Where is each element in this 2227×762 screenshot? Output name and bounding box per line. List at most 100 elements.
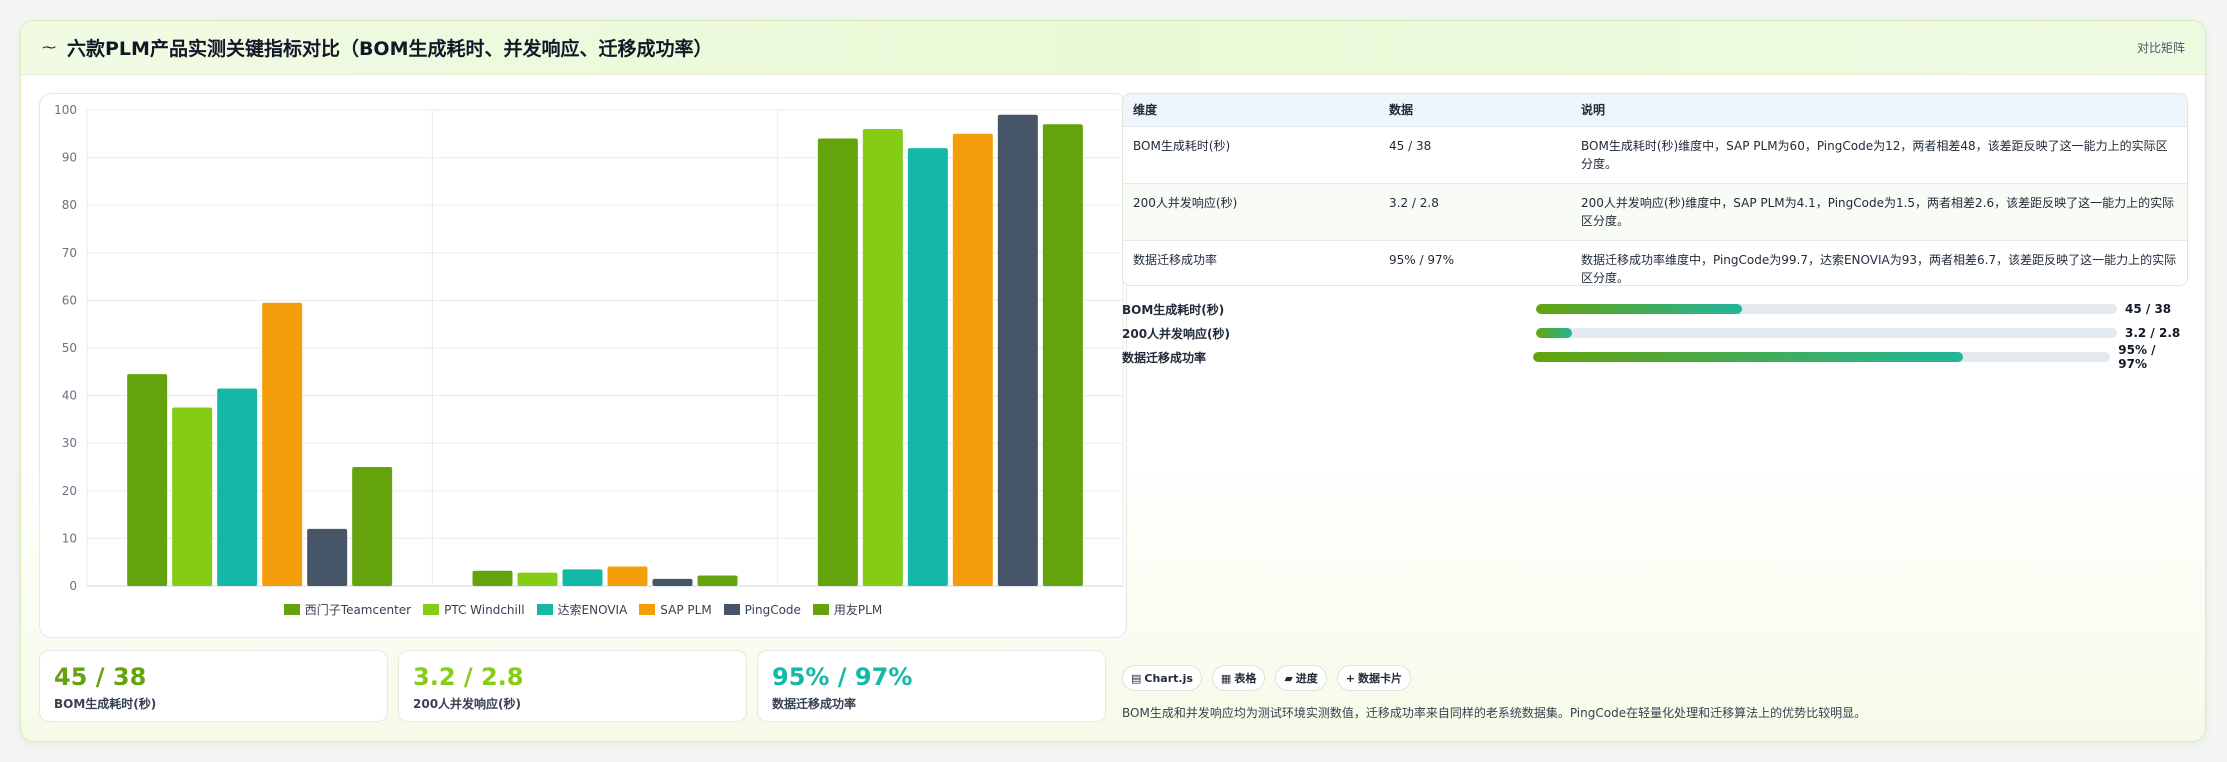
bar bbox=[817, 138, 858, 586]
bar bbox=[862, 129, 903, 586]
bar bbox=[517, 572, 558, 586]
y-tick-label: 80 bbox=[62, 198, 77, 212]
legend-swatch bbox=[283, 604, 300, 615]
feature-tags: ▤ Chart.js ▦ 表格 ▰ 进度 + 数据卡片 bbox=[1122, 665, 1412, 691]
progress-row: 200人并发响应(秒) 3.2 / 2.8 bbox=[1122, 321, 2188, 345]
y-tick-label: 10 bbox=[62, 531, 77, 545]
legend-swatch bbox=[639, 604, 656, 615]
progress-value: 45 / 38 bbox=[2125, 302, 2172, 316]
footnote: BOM生成和并发响应均为测试环境实测数值，迁移成功率来自同样的老系统数据集。Pi… bbox=[1122, 706, 1867, 720]
progress-label: 数据迁移成功率 bbox=[1122, 350, 1207, 365]
table-header-description: 说明 bbox=[1571, 94, 2187, 127]
y-tick-label: 0 bbox=[69, 579, 77, 593]
page-title: 六款PLM产品实测关键指标对比（BOM生成耗时、并发响应、迁移成功率） bbox=[67, 38, 713, 60]
table-cell: 95% / 97% bbox=[1379, 240, 1571, 285]
stat-value: 45 / 38 bbox=[54, 663, 147, 691]
stat-label: BOM生成耗时(秒) bbox=[54, 697, 157, 711]
progress-row: 数据迁移成功率 95% / 97% bbox=[1122, 343, 2188, 371]
legend-item[interactable]: 西门子Teamcenter bbox=[283, 601, 412, 618]
table-cell: BOM生成耗时(秒)维度中，SAP PLM为60，PingCode为12，两者相… bbox=[1571, 126, 2187, 184]
table-cell: 数据迁移成功率维度中，PingCode为99.7，达索ENOVIA为93，两者相… bbox=[1571, 240, 2187, 285]
tag-data-card[interactable]: + 数据卡片 bbox=[1336, 665, 1412, 691]
plus-icon: + bbox=[1345, 671, 1356, 685]
tag-table[interactable]: ▦ 表格 bbox=[1211, 665, 1266, 691]
tag-label: Chart.js bbox=[1144, 671, 1193, 685]
y-tick-label: 40 bbox=[62, 389, 77, 403]
y-tick-label: 50 bbox=[62, 341, 77, 355]
progress-icon: ▰ bbox=[1284, 671, 1293, 685]
progress-track bbox=[1536, 304, 2117, 314]
header: ⁓ 六款PLM产品实测关键指标对比（BOM生成耗时、并发响应、迁移成功率） 对比… bbox=[21, 21, 2205, 75]
tag-label: 表格 bbox=[1234, 672, 1257, 685]
bar bbox=[127, 374, 168, 586]
table-row: BOM生成耗时(秒) 45 / 38 BOM生成耗时(秒)维度中，SAP PLM… bbox=[1123, 126, 2187, 184]
bar-chart-svg: 0102030405060708090100BOM生成耗时(秒)200人并发响应… bbox=[54, 103, 1124, 593]
y-tick-label: 20 bbox=[62, 484, 77, 498]
y-tick-label: 100 bbox=[54, 103, 77, 117]
table-cell: 数据迁移成功率 bbox=[1123, 240, 1379, 285]
legend-swatch bbox=[723, 604, 740, 615]
table-cell: 3.2 / 2.8 bbox=[1379, 183, 1571, 241]
comparison-table: 维度 数据 说明 BOM生成耗时(秒) 45 / 38 BOM生成耗时(秒)维度… bbox=[1122, 93, 2188, 286]
bar bbox=[472, 570, 513, 586]
bar bbox=[607, 566, 648, 586]
progress-fill bbox=[1536, 328, 1573, 338]
bar-chart: 0102030405060708090100BOM生成耗时(秒)200人并发响应… bbox=[39, 93, 1127, 638]
stat-label: 数据迁移成功率 bbox=[772, 697, 857, 711]
table-cell: 200人并发响应(秒) bbox=[1123, 183, 1379, 241]
tag-progress[interactable]: ▰ 进度 bbox=[1275, 665, 1327, 691]
stat-card-concurrency: 3.2 / 2.8 200人并发响应(秒) bbox=[398, 650, 747, 722]
legend-label: 西门子Teamcenter bbox=[304, 603, 412, 617]
tag-label: 进度 bbox=[1295, 672, 1318, 685]
bar bbox=[262, 302, 303, 586]
bar bbox=[562, 569, 603, 586]
progress-label: BOM生成耗时(秒) bbox=[1122, 302, 1225, 317]
bar bbox=[907, 148, 948, 586]
legend-item[interactable]: SAP PLM bbox=[639, 601, 712, 618]
tag-chartjs[interactable]: ▤ Chart.js bbox=[1122, 665, 1202, 691]
bar bbox=[1042, 124, 1083, 586]
bar bbox=[307, 528, 348, 586]
bar bbox=[652, 578, 693, 586]
bar bbox=[997, 114, 1038, 586]
chart-legend: 西门子Teamcenter PTC Windchill 达索ENOVIA SAP PL… bbox=[40, 601, 1126, 618]
progress-fill bbox=[1536, 304, 1743, 314]
table-cell: 45 / 38 bbox=[1379, 126, 1571, 184]
progress-list: BOM生成耗时(秒) 45 / 38 200人并发响应(秒) 3.2 / 2.8… bbox=[1122, 297, 2188, 371]
progress-label: 200人并发响应(秒) bbox=[1122, 326, 1231, 341]
legend-item[interactable]: PTC Windchill bbox=[423, 601, 525, 618]
table-icon: ▦ bbox=[1220, 671, 1232, 685]
table-cell: 200人并发响应(秒)维度中，SAP PLM为4.1，PingCode为1.5，… bbox=[1571, 183, 2187, 241]
progress-track bbox=[1536, 328, 2117, 338]
trend-icon: ⁓ bbox=[42, 39, 56, 56]
progress-fill bbox=[1533, 352, 1964, 362]
legend-item[interactable]: 用友PLM bbox=[812, 601, 882, 618]
legend-swatch bbox=[536, 604, 553, 615]
legend-swatch bbox=[423, 604, 440, 615]
stat-value: 3.2 / 2.8 bbox=[413, 663, 524, 691]
legend-label: PTC Windchill bbox=[444, 602, 525, 617]
bar bbox=[952, 133, 993, 587]
y-tick-label: 60 bbox=[62, 293, 77, 307]
tag-label: 数据卡片 bbox=[1358, 672, 1403, 685]
legend-item[interactable]: PingCode bbox=[723, 601, 801, 618]
legend-item[interactable]: 达索ENOVIA bbox=[536, 601, 628, 618]
legend-label: PingCode bbox=[744, 602, 801, 617]
progress-value: 3.2 / 2.8 bbox=[2125, 326, 2181, 340]
mode-label[interactable]: 对比矩阵 bbox=[2137, 39, 2185, 56]
bar bbox=[217, 388, 258, 586]
bar bbox=[352, 467, 393, 586]
stat-card-bom: 45 / 38 BOM生成耗时(秒) bbox=[39, 650, 388, 722]
bar bbox=[172, 407, 213, 586]
legend-label: 达索ENOVIA bbox=[557, 603, 628, 617]
chart-icon: ▤ bbox=[1131, 671, 1142, 685]
y-tick-label: 70 bbox=[62, 246, 77, 260]
table-row: 200人并发响应(秒) 3.2 / 2.8 200人并发响应(秒)维度中，SAP… bbox=[1123, 183, 2187, 241]
legend-label: SAP PLM bbox=[660, 602, 712, 617]
table-header-data: 数据 bbox=[1379, 94, 1571, 127]
stat-value: 95% / 97% bbox=[772, 663, 913, 691]
progress-row: BOM生成耗时(秒) 45 / 38 bbox=[1122, 297, 2188, 321]
dashboard-card: ⁓ 六款PLM产品实测关键指标对比（BOM生成耗时、并发响应、迁移成功率） 对比… bbox=[20, 20, 2206, 742]
table-header-dimension: 维度 bbox=[1123, 94, 1379, 127]
stat-label: 200人并发响应(秒) bbox=[413, 697, 522, 711]
